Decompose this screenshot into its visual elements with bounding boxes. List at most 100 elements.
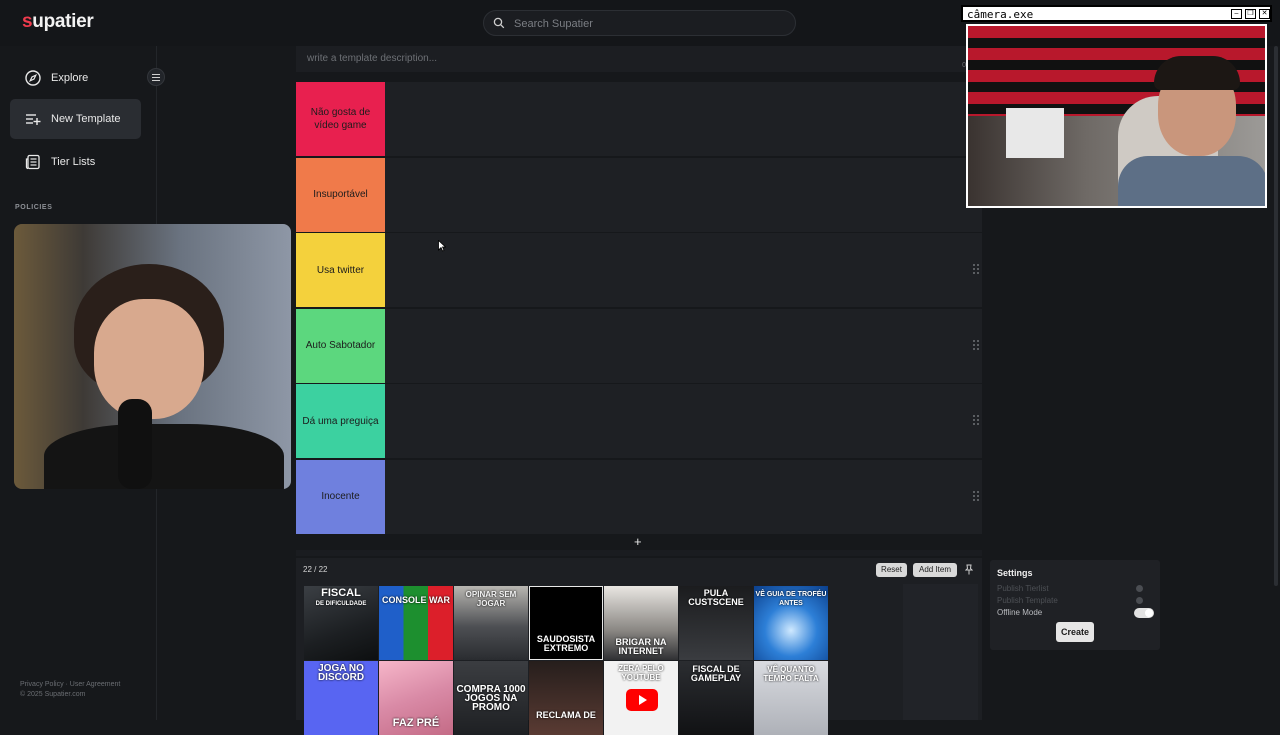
- sidebar-item-new-template[interactable]: New Template: [10, 99, 141, 139]
- footer-links[interactable]: Privacy Policy · User Agreement: [20, 680, 120, 690]
- card-title: RECLAMA DE: [536, 710, 596, 720]
- sidebar-footer: Privacy Policy · User Agreement © 2025 S…: [20, 680, 120, 700]
- settings-title: Settings: [997, 568, 1033, 578]
- tier-row: Inocente: [296, 459, 982, 534]
- search-input[interactable]: [512, 14, 786, 34]
- policies-heading: POLICIES: [15, 204, 53, 211]
- offline-mode-label: Offline Mode: [997, 608, 1043, 617]
- item-card[interactable]: SAUDOSISTA EXTREMO: [529, 586, 603, 660]
- tier-drop-zone[interactable]: [385, 384, 982, 458]
- drag-handle-icon[interactable]: [973, 490, 979, 502]
- sidebar-collapse-button[interactable]: [147, 68, 165, 86]
- card-title: VÊ GUIA DE TROFÉU ANTES: [755, 591, 827, 607]
- restore-icon[interactable]: ❐: [1245, 9, 1256, 19]
- item-card[interactable]: FISCAL DE DIFICULDADE: [304, 586, 378, 660]
- item-card[interactable]: CONSOLE WAR: [379, 586, 453, 660]
- card-title: FISCAL: [321, 587, 361, 599]
- card-title: CONSOLE WAR: [381, 595, 450, 605]
- card-title: FISCAL DE GAMEPLAY: [690, 664, 742, 683]
- list-add-icon: [26, 114, 41, 125]
- item-card[interactable]: ZERA PELO YOUTUBE: [604, 661, 678, 735]
- tier-row: Insuportável: [296, 157, 982, 232]
- pin-icon[interactable]: [965, 564, 973, 575]
- tier-label[interactable]: Não gosta de vídeo game: [296, 82, 385, 156]
- minimize-icon[interactable]: –: [1231, 9, 1242, 19]
- sidebar-item-tier-lists[interactable]: Tier Lists: [10, 142, 141, 182]
- pool-empty-slot: [903, 584, 978, 720]
- tier-drop-zone[interactable]: [385, 460, 982, 534]
- tier-row: Dá uma preguiça: [296, 384, 982, 458]
- menu-icon-line: [152, 77, 160, 78]
- search-icon: [493, 17, 505, 29]
- camera-window-titlebar[interactable]: câmera.exe – ❐ ✕: [961, 5, 1272, 22]
- item-card[interactable]: FAZ PRÉ: [379, 661, 453, 735]
- person-shirt: [44, 424, 284, 489]
- item-card[interactable]: RECLAMA DE: [529, 661, 603, 735]
- publish-template-toggle[interactable]: [1136, 597, 1143, 604]
- drag-handle-icon[interactable]: [973, 264, 979, 275]
- item-card[interactable]: VÊ GUIA DE TROFÉU ANTES: [754, 586, 828, 660]
- microphone: [118, 399, 152, 489]
- reset-button[interactable]: Reset: [876, 563, 907, 577]
- item-card[interactable]: VÊ QUANTO TEMPO FALTA: [754, 661, 828, 735]
- menu-icon-line: [152, 80, 160, 81]
- drag-handle-icon[interactable]: [973, 415, 979, 426]
- template-description: 0/: [296, 46, 982, 72]
- item-card[interactable]: JOGA NO DISCORD: [304, 661, 378, 735]
- card-title: BRIGAR NA INTERNET: [615, 637, 667, 656]
- create-button[interactable]: Create: [1056, 622, 1094, 642]
- item-card[interactable]: BRIGAR NA INTERNET: [604, 586, 678, 660]
- offline-mode-toggle[interactable]: [1134, 608, 1154, 618]
- card-title: COMPRA 1000 JOGOS NA PROMO: [456, 684, 526, 713]
- settings-panel: Settings Publish Tierlist Publish Templa…: [990, 560, 1160, 650]
- whiteboard: [1006, 108, 1064, 158]
- item-pool: 22 / 22 Reset Add Item FISCAL DE DIFICUL…: [296, 558, 982, 735]
- tier-drop-zone[interactable]: [385, 233, 982, 307]
- item-card[interactable]: FISCAL DE GAMEPLAY: [679, 661, 753, 735]
- tier-row: Auto Sabotador: [296, 308, 982, 383]
- tier-row: Usa twitter: [296, 233, 982, 307]
- camera-feed: [966, 24, 1267, 208]
- tier-label[interactable]: Insuportável: [296, 157, 385, 232]
- publish-tierlist-label: Publish Tierlist: [997, 584, 1049, 593]
- close-icon[interactable]: ✕: [1259, 9, 1270, 19]
- search-box[interactable]: [483, 10, 796, 36]
- copyright: © 2025 Supatier.com: [20, 691, 86, 698]
- tier-list: Não gosta de vídeo game Insuportável Usa…: [296, 82, 982, 535]
- publish-tierlist-toggle[interactable]: [1136, 585, 1143, 592]
- tier-drop-zone[interactable]: [385, 309, 982, 383]
- item-card[interactable]: OPINAR SEM JOGAR: [454, 586, 528, 660]
- tier-label[interactable]: Dá uma preguiça: [296, 384, 385, 458]
- add-tier-button[interactable]: +: [634, 535, 642, 549]
- webcam-overlay: [14, 224, 291, 489]
- tier-label[interactable]: Auto Sabotador: [296, 308, 385, 383]
- item-count: 22 / 22: [303, 565, 328, 574]
- add-item-button[interactable]: Add Item: [913, 563, 957, 577]
- tier-label[interactable]: Usa twitter: [296, 233, 385, 307]
- person-hair: [1154, 56, 1240, 90]
- menu-icon: [152, 74, 160, 75]
- card-title: VÊ QUANTO TEMPO FALTA: [763, 665, 819, 683]
- divider: [296, 550, 982, 556]
- mouse-cursor-icon: [438, 240, 446, 252]
- description-input[interactable]: [305, 48, 909, 68]
- item-card[interactable]: COMPRA 1000 JOGOS NA PROMO: [454, 661, 528, 735]
- tier-drop-zone[interactable]: [385, 82, 982, 156]
- publish-template-label: Publish Template: [997, 596, 1058, 605]
- person-face: [94, 299, 204, 419]
- card-title: SAUDOSISTA EXTREMO: [536, 634, 596, 653]
- item-card[interactable]: PULA CUSTSCENE: [679, 586, 753, 660]
- scrollbar[interactable]: [1274, 46, 1278, 586]
- sidebar-item-explore[interactable]: Explore: [10, 58, 141, 98]
- drag-handle-icon[interactable]: [973, 339, 979, 351]
- sidebar-item-label: New Template: [51, 113, 121, 125]
- supatier-logo[interactable]: supatier: [22, 11, 94, 33]
- sidebar-item-label: Explore: [51, 72, 89, 84]
- sidebar-item-label: Tier Lists: [51, 156, 96, 168]
- person-shirt: [1118, 156, 1265, 206]
- tier-drop-zone[interactable]: [385, 158, 982, 232]
- tier-label[interactable]: Inocente: [296, 459, 385, 534]
- newspaper-icon: [25, 154, 40, 170]
- compass-icon: [25, 70, 41, 86]
- card-title: PULA CUSTSCENE: [688, 588, 744, 607]
